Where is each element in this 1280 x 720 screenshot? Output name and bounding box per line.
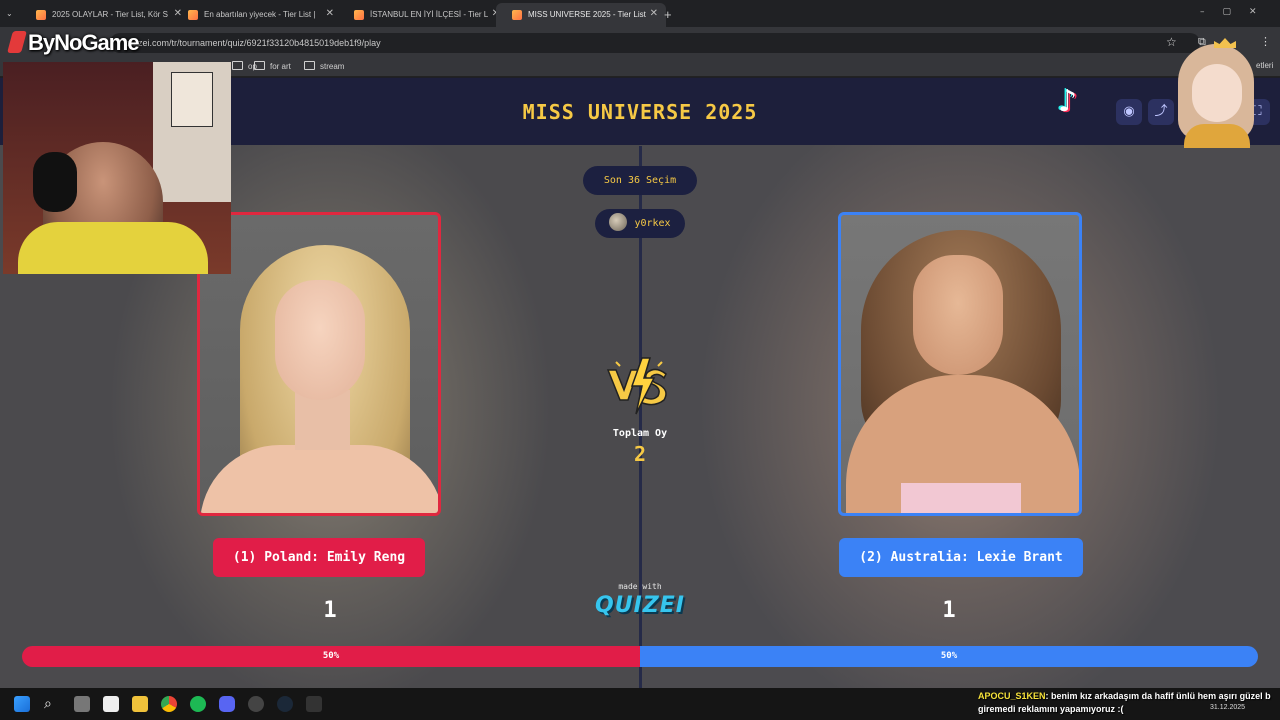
favicon-icon <box>36 10 46 20</box>
discord-icon[interactable] <box>219 696 235 712</box>
contestant-right-button[interactable]: (2) Australia: Lexie Brant <box>839 538 1083 577</box>
taskbar-date: 31.12.2025 <box>1210 704 1246 711</box>
tab-en-abartilan[interactable]: En abartılan yiyecek - Tier List | ✕ <box>172 3 342 27</box>
tab-list-button[interactable]: ⌄ <box>0 3 18 27</box>
tab-bar: ⌄ 2025 OLAYLAR - Tier List, Kör S ✕ En ab… <box>0 0 1280 27</box>
round-badge: Son 36 Seçim <box>583 166 697 195</box>
streamer-brand: ByNoGame <box>7 30 140 56</box>
task-view-icon[interactable] <box>74 696 90 712</box>
webcam-overlay <box>3 62 231 274</box>
contestant-right-score: 1 <box>942 598 956 623</box>
eye-icon[interactable]: ◉ <box>1116 99 1142 125</box>
plus-icon: + <box>664 7 672 22</box>
avatar <box>609 213 628 231</box>
total-votes-label: Toplam Oy <box>612 428 668 439</box>
progress-right: 50% <box>640 646 1258 667</box>
chevron-down-icon: ⌄ <box>6 9 13 18</box>
tab-istanbul[interactable]: İSTANBUL EN İYİ İLÇESİ - Tier L✕ <box>338 3 508 27</box>
notepad-icon[interactable] <box>103 696 119 712</box>
stream-chat-message: APOCU_S1KEN: benim kız arkadaşım da hafi… <box>978 690 1280 716</box>
chat-username: APOCU_S1KEN <box>978 691 1046 701</box>
page-title: MISS UNIVERSE 2025 <box>522 100 758 124</box>
search-icon[interactable]: ⌕ <box>44 696 60 712</box>
contestant-left-score: 1 <box>323 598 337 623</box>
chrome-icon[interactable] <box>161 696 177 712</box>
tab-miss-universe[interactable]: MISS UNIVERSE 2025 - Tier List ✕ <box>496 3 666 27</box>
bookmark-for-art[interactable]: for art <box>254 61 291 71</box>
url-field[interactable]: quizei.com/tr/tournament/quiz/6921f33120… <box>110 33 1200 53</box>
bookmark-stream[interactable]: stream <box>304 61 344 71</box>
contestant-left-photo[interactable] <box>197 212 441 516</box>
window-controls[interactable]: –▢✕ <box>1200 7 1275 17</box>
vote-progress-bar: 50% 50% <box>22 646 1258 667</box>
epic-games-icon[interactable] <box>306 696 322 712</box>
brand-logo-icon <box>7 31 27 53</box>
chat-text: : benim kız arkadaşım da hafif ünlü hem … <box>1045 691 1271 701</box>
obs-icon[interactable] <box>248 696 264 712</box>
made-with-label: made with <box>618 582 662 591</box>
new-tab-button[interactable]: + <box>660 3 680 27</box>
share-icon[interactable]: ⤴ <box>1148 99 1174 125</box>
microphone-icon <box>33 152 77 212</box>
contestant-left-button[interactable]: (1) Poland: Emily Reng <box>213 538 425 577</box>
favicon-icon <box>188 10 198 20</box>
total-votes-value: 2 <box>633 442 647 466</box>
close-tab-icon[interactable]: ✕ <box>326 8 334 19</box>
crown-icon <box>1214 38 1236 48</box>
tab-2025-olaylar[interactable]: 2025 OLAYLAR - Tier List, Kör S ✕ <box>20 3 190 27</box>
tiktok-icon: ♪ <box>1058 84 1078 119</box>
spotify-icon[interactable] <box>190 696 206 712</box>
vtuber-avatar <box>1172 38 1260 148</box>
user-badge: y0rkex <box>595 209 685 238</box>
folder-icon[interactable] <box>132 696 148 712</box>
menu-icon[interactable]: ⋮ <box>1260 35 1271 48</box>
quizei-logo[interactable]: QUIZEI <box>580 593 700 618</box>
close-tab-icon[interactable]: ✕ <box>650 8 658 19</box>
chat-text-line2: giremedi reklamını yapamıyoruz :( <box>978 704 1124 714</box>
progress-left: 50% <box>22 646 640 667</box>
start-icon[interactable] <box>14 696 30 712</box>
vs-icon <box>606 357 667 415</box>
steam-icon[interactable] <box>277 696 293 712</box>
favicon-icon <box>354 10 364 20</box>
contestant-right-photo[interactable] <box>838 212 1082 516</box>
favicon-icon <box>512 10 522 20</box>
